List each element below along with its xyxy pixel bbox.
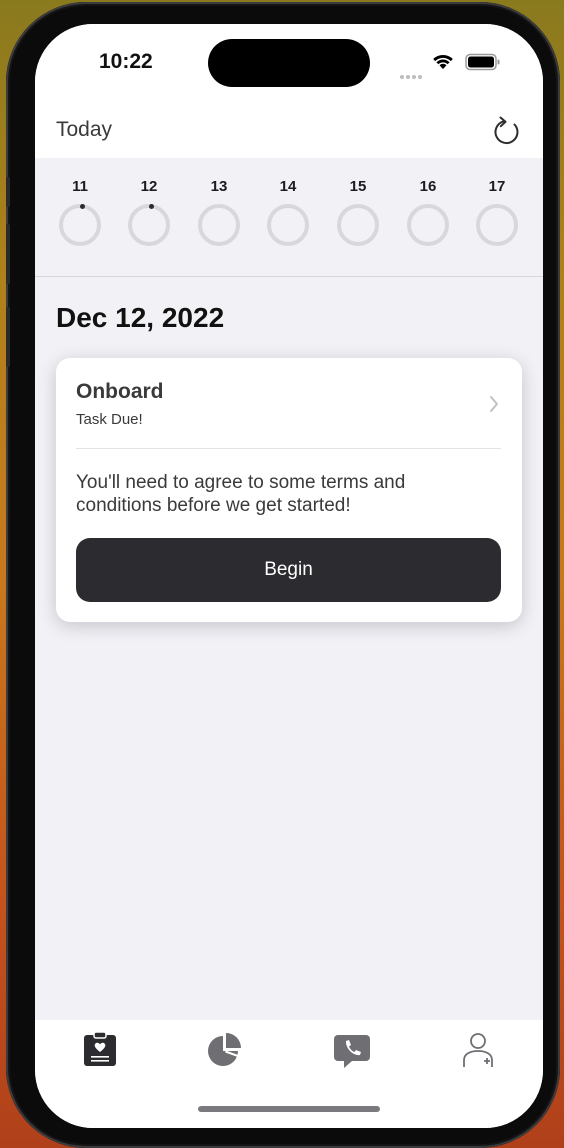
phone-bubble-icon[interactable] <box>332 1030 372 1070</box>
pie-chart-icon[interactable] <box>205 1030 245 1070</box>
cellular-signal-icon <box>400 66 424 84</box>
person-add-icon[interactable] <box>460 1030 500 1070</box>
task-title[interactable]: Onboard <box>76 380 164 404</box>
day-14[interactable]: 14 <box>263 178 313 246</box>
day-17[interactable]: 17 <box>472 178 522 246</box>
app-screen: 10:22 Today 11 12 13 14 15 16 17 Dec 12,… <box>35 24 543 1128</box>
progress-ring <box>59 204 101 246</box>
day-number: 17 <box>488 178 506 195</box>
day-number: 12 <box>140 178 158 195</box>
date-heading: Dec 12, 2022 <box>56 302 225 333</box>
volume-up-button <box>6 224 10 284</box>
home-indicator[interactable] <box>198 1106 380 1112</box>
progress-ring <box>267 204 309 246</box>
day-number: 11 <box>72 178 88 195</box>
wifi-icon <box>433 54 453 69</box>
task-card: Onboard Task Due! You'll need to agree t… <box>56 358 522 622</box>
status-time: 10:22 <box>99 50 153 73</box>
day-number: 13 <box>210 178 228 195</box>
week-strip: 11 12 13 14 15 16 17 <box>35 158 543 277</box>
day-16[interactable]: 16 <box>403 178 453 246</box>
day-number: 15 <box>349 178 367 195</box>
tab-bar <box>35 1020 543 1128</box>
day-11[interactable]: 11 <box>55 178 105 246</box>
battery-icon <box>465 53 500 71</box>
task-status: Task Due! <box>76 411 143 428</box>
progress-ring <box>407 204 449 246</box>
chevron-right-icon[interactable] <box>488 394 500 414</box>
begin-button[interactable]: Begin <box>76 538 501 602</box>
day-15[interactable]: 15 <box>333 178 383 246</box>
day-number: 16 <box>419 178 437 195</box>
event-dot <box>80 204 85 209</box>
page-title: Today <box>56 118 113 141</box>
status-bar: 10:22 <box>35 24 543 104</box>
day-12[interactable]: 12 <box>124 178 174 246</box>
mute-switch <box>6 177 10 207</box>
day-number: 14 <box>279 178 297 195</box>
clipboard-heart-icon[interactable] <box>80 1030 120 1070</box>
refresh-icon[interactable] <box>491 114 523 148</box>
divider <box>76 448 501 449</box>
progress-ring <box>128 204 170 246</box>
task-description: You'll need to agree to some terms and c… <box>76 472 406 516</box>
phone-frame: 10:22 Today 11 12 13 14 15 16 17 Dec 12,… <box>6 2 560 1148</box>
dynamic-island <box>208 39 370 87</box>
progress-ring <box>198 204 240 246</box>
navigation-bar: Today <box>35 104 543 158</box>
volume-down-button <box>6 307 10 367</box>
progress-ring <box>476 204 518 246</box>
progress-ring <box>337 204 379 246</box>
day-13[interactable]: 13 <box>194 178 244 246</box>
event-dot <box>149 204 154 209</box>
